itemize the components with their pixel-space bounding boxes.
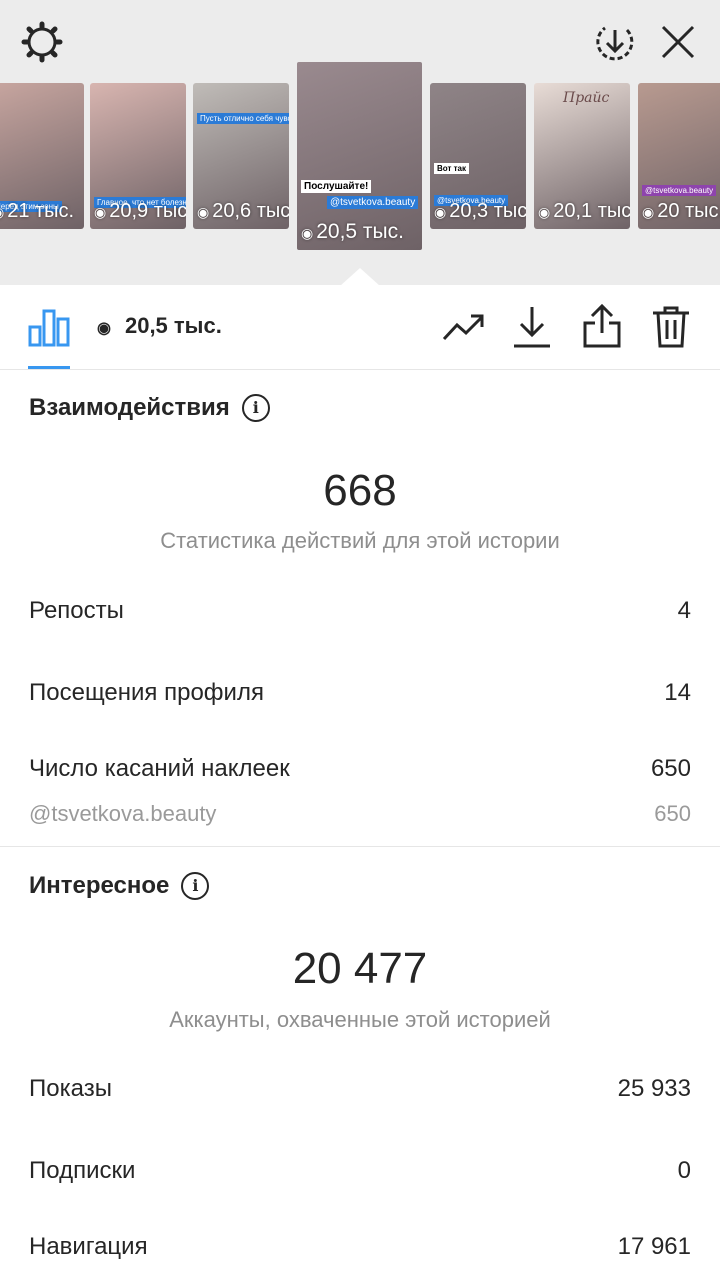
story-views: ◉ 20,3 тыс.: [434, 200, 526, 222]
story-thumbnail[interactable]: Главное, что нет болезных ◉20,9 тыс.: [90, 83, 186, 229]
story-views: ◉ 20,6 тыс.: [197, 200, 289, 222]
bar-chart-icon[interactable]: [28, 307, 70, 347]
story-preview-header: Перед этим зоны ◉21 тыс. Главное, что не…: [0, 0, 720, 286]
metric-label: Навигация: [29, 1233, 148, 1260]
insights-toolbar: ◉ 20,5 тыс.: [0, 285, 720, 370]
metric-label: Число касаний наклеек: [29, 755, 290, 782]
metric-value: 25 933: [617, 1075, 691, 1102]
story-mention: @tsvetkova.beauty: [642, 185, 717, 196]
story-thumbnail[interactable]: Пусть отлично себя чувствует ◉20,6 тыс.: [193, 83, 289, 229]
discovery-subtitle: Аккаунты, охваченные этой историей: [169, 1007, 551, 1032]
story-thumbnail-strip: Перед этим зоны ◉21 тыс. Главное, что не…: [0, 62, 720, 250]
profile-visits-row: Посещения профиля 14: [29, 679, 691, 707]
gear-icon[interactable]: [20, 20, 64, 64]
story-caption: Пусть отлично себя чувствует: [197, 113, 289, 124]
story-mention: @tsvetkova.beauty: [327, 196, 419, 209]
impressions-row: Показы 25 933: [29, 1075, 691, 1103]
story-views: ◉21 тыс.: [0, 200, 75, 222]
views-summary: ◉ 20,5 тыс.: [97, 313, 222, 338]
metric-value: 4: [677, 597, 691, 624]
story-thumbnail[interactable]: Перед этим зоны ◉21 тыс.: [0, 83, 84, 229]
metric-value: 0: [677, 1157, 691, 1184]
metric-label: Репосты: [29, 597, 124, 624]
close-icon[interactable]: [660, 24, 696, 60]
share-icon[interactable]: [582, 303, 622, 349]
metric-value: 650: [650, 755, 691, 782]
discovery-total: 20 477: [292, 944, 428, 993]
discovery-title: Интересное i: [29, 872, 210, 900]
download-circle-icon[interactable]: [593, 20, 637, 64]
reposts-row: Репосты 4: [29, 597, 691, 625]
story-caption: Прайс: [563, 90, 610, 106]
sticker-taps-row: Число касаний наклеек 650: [29, 755, 691, 783]
story-views: ◉ 20,1 тыс.: [538, 200, 630, 222]
story-views: ◉ 20,9 тыс.: [94, 200, 186, 222]
sticker-label: @tsvetkova.beauty: [29, 801, 217, 826]
metric-value: 14: [664, 679, 691, 706]
follows-row: Подписки 0: [29, 1157, 691, 1185]
story-views: ◉ 20,5 тыс.: [301, 220, 404, 243]
story-views: ◉ 20 тыс.: [642, 200, 720, 222]
story-thumbnail[interactable]: @tsvetkova.beauty ◉ 20 тыс.: [638, 83, 720, 229]
metric-label: Подписки: [29, 1157, 136, 1184]
trending-up-icon[interactable]: [442, 311, 486, 345]
info-icon[interactable]: i: [241, 394, 270, 422]
selected-story-pointer: [340, 268, 380, 286]
section-divider: [0, 846, 720, 847]
active-tab-indicator: [28, 366, 70, 369]
trash-icon[interactable]: [652, 305, 690, 349]
info-icon[interactable]: i: [181, 872, 210, 900]
story-thumbnail[interactable]: Вот так @tsvetkova.beauty ◉ 20,3 тыс.: [430, 83, 526, 229]
download-icon[interactable]: [512, 305, 552, 349]
interactions-total: 668: [323, 466, 397, 515]
navigation-row: Навигация 17 961: [29, 1233, 691, 1261]
sticker-mention-row: @tsvetkova.beauty 650: [29, 801, 691, 827]
metric-label: Показы: [29, 1075, 112, 1102]
sticker-value: 650: [654, 801, 691, 826]
story-thumbnail-selected[interactable]: Послушайте! @tsvetkova.beauty ◉ 20,5 тыс.: [297, 62, 422, 250]
metric-label: Посещения профиля: [29, 679, 264, 706]
story-thumbnail[interactable]: Прайс ◉ 20,1 тыс.: [534, 83, 630, 229]
eye-icon: ◉: [97, 320, 111, 337]
interactions-subtitle: Статистика действий для этой истории: [160, 528, 560, 553]
story-caption: Вот так: [434, 163, 469, 174]
interactions-title: Взаимодействия i: [29, 394, 270, 422]
story-caption: Послушайте!: [301, 180, 372, 193]
metric-value: 17 961: [617, 1233, 691, 1260]
